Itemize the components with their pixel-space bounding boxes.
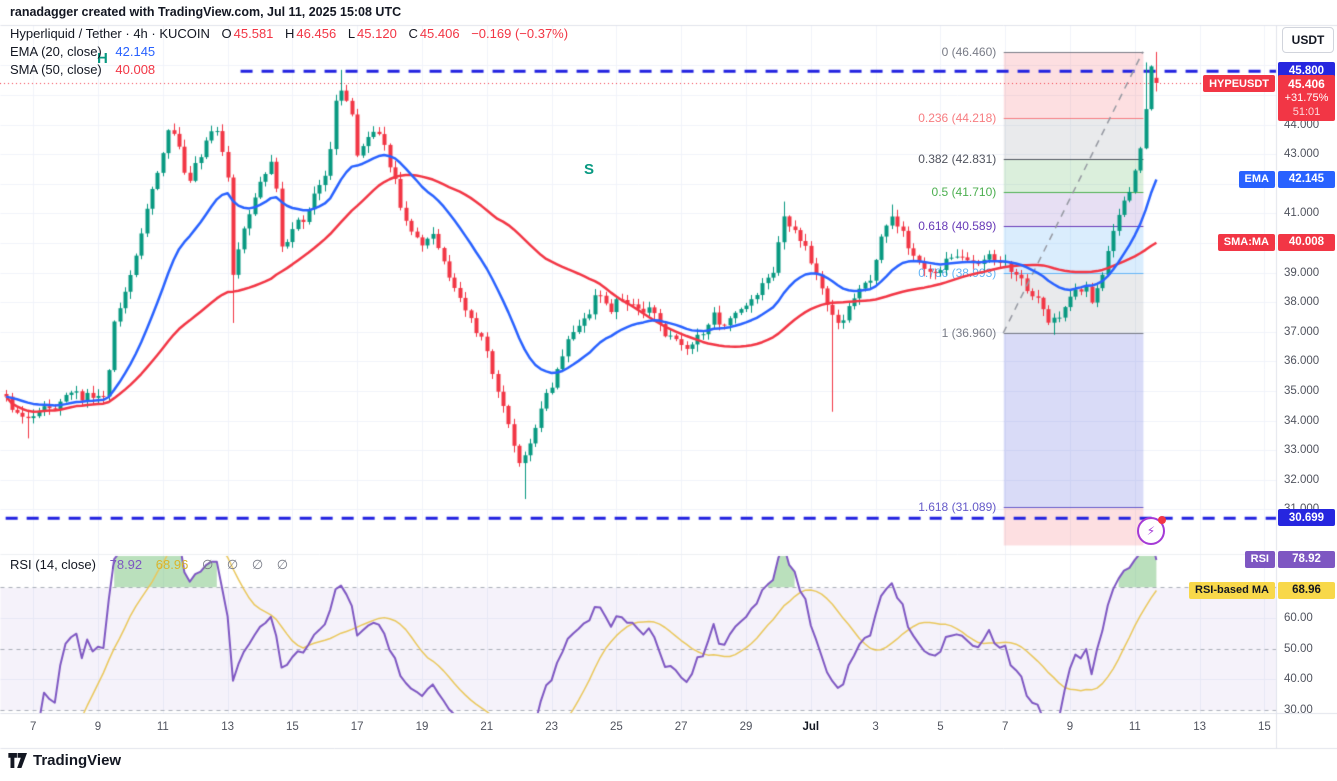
chart-series-canvas[interactable]	[0, 0, 1337, 781]
low-value: 45.120	[357, 26, 397, 41]
rsi-label-badge[interactable]: RSI	[1245, 551, 1275, 568]
ema-legend-label: EMA (20, close)	[10, 44, 102, 59]
rsi-axis-label-30.00: 30.00	[1284, 704, 1313, 716]
close-value: 45.406	[420, 26, 460, 41]
time-axis-label-27: 27	[675, 721, 688, 733]
currency-toggle-button[interactable]: USDT	[1282, 27, 1334, 53]
rsi-legend-row[interactable]: RSI (14, close) 78.92 68.96 ∅ ∅ ∅ ∅	[10, 557, 293, 573]
rsi-empty-slots: ∅ ∅ ∅ ∅	[202, 557, 293, 572]
time-axis-label-9: 9	[1067, 721, 1073, 733]
price-axis-label-43.000: 43.000	[1284, 148, 1319, 160]
price-axis-label-34.000: 34.000	[1284, 415, 1319, 427]
high-value: 46.456	[296, 26, 336, 41]
ema-legend-row[interactable]: EMA (20, close) 42.145	[10, 44, 155, 59]
tradingview-chart-window: ranadagger created with TradingView.com,…	[0, 0, 1337, 781]
price-axis-label-39.000: 39.000	[1284, 267, 1319, 279]
time-axis-label-9: 9	[95, 721, 101, 733]
open-value: 45.581	[234, 26, 274, 41]
rsi-ma-value-badge[interactable]: 68.96	[1278, 582, 1335, 599]
time-axis-label-29: 29	[740, 721, 753, 733]
time-axis-label-25: 25	[610, 721, 623, 733]
price-axis-label-32.000: 32.000	[1284, 474, 1319, 486]
time-axis-label-5: 5	[937, 721, 943, 733]
symbol-price-badge[interactable]: 45.406 +31.75% 51:01	[1278, 75, 1335, 121]
attribution-text: ranadagger created with TradingView.com,…	[10, 5, 401, 19]
price-axis-label-37.000: 37.000	[1284, 326, 1319, 338]
rsi-legend-value: 78.92	[110, 557, 143, 572]
price-axis-label-41.000: 41.000	[1284, 207, 1319, 219]
high-label: H	[285, 26, 294, 41]
price-axis-label-33.000: 33.000	[1284, 444, 1319, 456]
change-value: −0.169 (−0.37%)	[471, 26, 568, 41]
open-label: O	[222, 26, 232, 41]
ema-legend-value: 42.145	[115, 44, 155, 59]
symbol-legend-row[interactable]: Hyperliquid / Tether · 4h · KUCOIN O45.5…	[10, 26, 568, 41]
close-label: C	[408, 26, 417, 41]
symbol-name-badge[interactable]: HYPEUSDT	[1203, 75, 1275, 92]
low-label: L	[348, 26, 355, 41]
ema-label-badge[interactable]: EMA	[1239, 171, 1275, 188]
sma-legend-row[interactable]: SMA (50, close) 40.008	[10, 62, 155, 77]
sma-price-badge[interactable]: 40.008	[1278, 234, 1335, 251]
time-axis-label-11: 11	[157, 721, 169, 733]
symbol-title[interactable]: Hyperliquid / Tether · 4h · KUCOIN	[10, 26, 210, 41]
change-percent-value: +31.75%	[1278, 91, 1335, 105]
last-price-value: 45.406	[1278, 77, 1335, 91]
time-axis-label-15: 15	[286, 721, 299, 733]
annotation-s[interactable]: S	[584, 161, 594, 178]
rsi-legend-label: RSI (14, close)	[10, 557, 96, 572]
rsi-axis-label-50.00: 50.00	[1284, 643, 1313, 655]
rsi-axis-label-60.00: 60.00	[1284, 612, 1313, 624]
time-axis-label-19: 19	[416, 721, 429, 733]
rsi-axis-label-40.00: 40.00	[1284, 673, 1313, 685]
price-axis-label-35.000: 35.000	[1284, 385, 1319, 397]
tradingview-logo[interactable]: TradingView	[8, 752, 121, 769]
time-axis-label-13: 13	[1193, 721, 1206, 733]
tradingview-icon	[8, 753, 28, 768]
price-axis-label-36.000: 36.000	[1284, 355, 1319, 367]
alert-notification-dot	[1158, 516, 1166, 524]
price-axis-label-38.000: 38.000	[1284, 296, 1319, 308]
time-axis-label-11: 11	[1129, 721, 1141, 733]
time-axis-label-17: 17	[351, 721, 364, 733]
time-axis-label-13: 13	[221, 721, 234, 733]
time-axis-label-21: 21	[480, 721, 493, 733]
rsi-value-badge[interactable]: 78.92	[1278, 551, 1335, 568]
ema-price-badge[interactable]: 42.145	[1278, 171, 1335, 188]
sma-legend-label: SMA (50, close)	[10, 62, 102, 77]
sma-label-badge[interactable]: SMA:MA	[1218, 234, 1275, 251]
tradingview-logo-text: TradingView	[33, 752, 121, 769]
rsi-ma-legend-value: 68.96	[156, 557, 189, 572]
time-axis-label-15: 15	[1258, 721, 1271, 733]
time-axis-label-7: 7	[30, 721, 36, 733]
time-axis-label-23: 23	[545, 721, 558, 733]
time-axis-label-3: 3	[872, 721, 878, 733]
time-axis-label-Jul: Jul	[802, 721, 819, 733]
sma-legend-value: 40.008	[115, 62, 155, 77]
alert-lightning-icon[interactable]: ⚡	[1137, 517, 1165, 545]
time-axis-label-7: 7	[1002, 721, 1008, 733]
bar-countdown: 51:01	[1278, 105, 1335, 119]
rsi-ma-label-badge[interactable]: RSI-based MA	[1189, 582, 1275, 599]
lower-level-price-badge[interactable]: 30.699	[1278, 509, 1335, 526]
